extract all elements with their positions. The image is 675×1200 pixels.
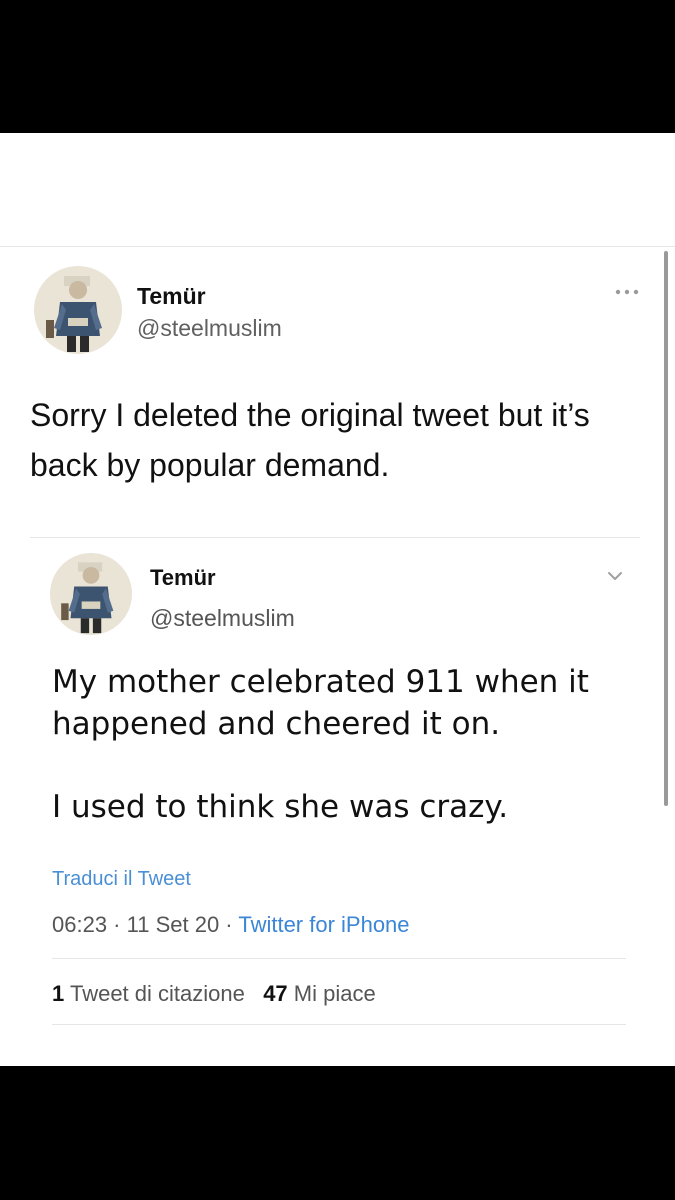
tweet-time: 06:23 xyxy=(52,912,108,937)
chevron-down-icon[interactable] xyxy=(606,570,624,582)
divider xyxy=(52,1024,626,1025)
quote-label: Tweet di citazione xyxy=(69,981,245,1006)
author-handle[interactable]: @steelmuslim xyxy=(137,315,282,342)
tweet-stats: 1 Tweet di citazione 47 Mi piace xyxy=(52,981,376,1007)
tweet-source-link[interactable]: Twitter for iPhone xyxy=(238,912,409,937)
quoted-author-handle[interactable]: @steelmuslim xyxy=(150,605,295,632)
quoted-tweet-text: My mother celebrated 911 when it happene… xyxy=(52,661,642,828)
like-count: 47 xyxy=(263,981,288,1006)
meta-separator: · xyxy=(219,912,239,937)
tweet-text: Sorry I deleted the original tweet but i… xyxy=(30,397,590,483)
letterbox-top xyxy=(0,0,675,133)
quote-tweets-stat[interactable]: 1 Tweet di citazione xyxy=(52,981,245,1006)
author-name[interactable]: Temür xyxy=(137,283,206,310)
divider xyxy=(30,537,640,538)
tweet-screen: Temür @steelmuslim Sorry I deleted the o… xyxy=(0,133,675,1066)
quoted-tweet-paragraph-2: I used to think she was crazy. xyxy=(52,789,509,825)
letterbox-bottom xyxy=(0,1066,675,1200)
tweet-date: 11 Set 20 xyxy=(126,912,220,937)
quote-count: 1 xyxy=(52,981,65,1006)
tweet-meta: 06:23 · 11 Set 20 · Twitter for iPhone xyxy=(52,912,410,938)
quoted-author-name[interactable]: Temür xyxy=(150,565,216,591)
more-horizontal-icon[interactable] xyxy=(614,288,640,296)
like-label: Mi piace xyxy=(293,981,376,1006)
scrollbar[interactable] xyxy=(664,251,668,806)
translate-tweet-link[interactable]: Traduci il Tweet xyxy=(52,868,191,891)
meta-separator: · xyxy=(107,912,127,937)
quoted-tweet-paragraph-1: My mother celebrated 911 when it happene… xyxy=(52,664,589,742)
divider xyxy=(0,246,675,247)
quoted-avatar[interactable] xyxy=(50,553,132,635)
likes-stat[interactable]: 47 Mi piace xyxy=(263,981,376,1006)
divider xyxy=(52,958,626,959)
avatar[interactable] xyxy=(34,266,122,354)
